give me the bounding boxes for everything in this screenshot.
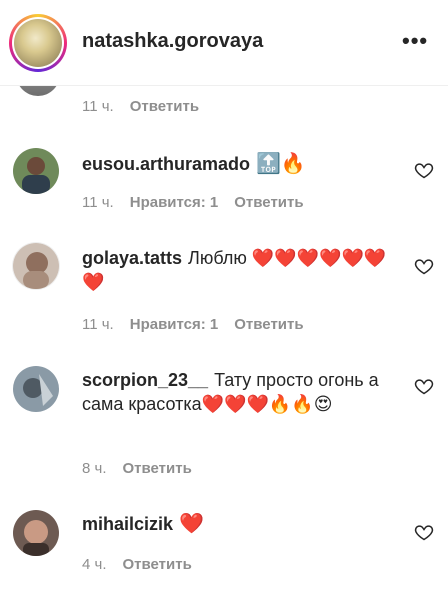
comment-body: mihailcizik ❤️ <box>82 512 392 536</box>
reply-button[interactable]: Ответить <box>234 194 303 211</box>
heart-outline-icon[interactable] <box>414 160 434 180</box>
header-username[interactable]: natashka.gorovaya <box>82 30 263 53</box>
comment-username[interactable]: mihailcizik <box>82 514 173 534</box>
avatar-image <box>13 243 59 289</box>
comment-meta: 11 ч. Нравится: 1 Ответить <box>82 194 304 211</box>
comment-username[interactable]: scorpion_23__ <box>82 370 208 390</box>
avatar[interactable] <box>13 243 59 289</box>
avatar[interactable] <box>13 510 59 556</box>
avatar-border <box>12 17 64 69</box>
reply-button[interactable]: Ответить <box>234 316 303 333</box>
comment-username[interactable]: golaya.tatts <box>82 248 182 268</box>
story-avatar[interactable] <box>9 14 67 72</box>
heart-outline-icon[interactable] <box>414 256 434 276</box>
more-options-icon[interactable]: ••• <box>402 28 428 54</box>
comment-time: 11 ч. <box>82 98 114 115</box>
likes-count[interactable]: Нравится: 1 <box>130 316 219 333</box>
avatar-image <box>14 19 62 67</box>
heart-outline-icon[interactable] <box>414 376 434 396</box>
comment-username[interactable]: eusou.arthuramado <box>82 154 250 174</box>
comment-text: 🔝🔥 <box>256 153 306 175</box>
post-header: natashka.gorovaya ••• <box>0 0 448 86</box>
comment-meta: 8 ч. Ответить <box>82 460 192 477</box>
avatar-image <box>13 366 59 412</box>
comment-time: 11 ч. <box>82 194 114 211</box>
avatar-image <box>13 148 59 194</box>
avatar-image <box>13 510 59 556</box>
comment-body: scorpion_23__ Тату просто огонь а сама кр… <box>82 368 392 416</box>
comment-meta: 11 ч. Ответить <box>82 98 199 115</box>
reply-button[interactable]: Ответить <box>130 98 199 115</box>
comment-text: ❤️ <box>179 513 204 535</box>
likes-count[interactable]: Нравится: 1 <box>130 194 219 211</box>
avatar[interactable] <box>13 366 59 412</box>
comment-body: eusou.arthuramado 🔝🔥 <box>82 152 392 176</box>
comment-meta: 4 ч. Ответить <box>82 556 192 573</box>
avatar[interactable] <box>13 148 59 194</box>
comment-time: 4 ч. <box>82 556 107 573</box>
comment-meta: 11 ч. Нравится: 1 Ответить <box>82 316 304 333</box>
comment-body: golaya.tatts Люблю ❤️❤️❤️❤️❤️❤️❤️ <box>82 246 392 294</box>
reply-button[interactable]: Ответить <box>123 556 192 573</box>
reply-button[interactable]: Ответить <box>123 460 192 477</box>
comment-time: 11 ч. <box>82 316 114 333</box>
comment-time: 8 ч. <box>82 460 107 477</box>
heart-outline-icon[interactable] <box>414 522 434 542</box>
